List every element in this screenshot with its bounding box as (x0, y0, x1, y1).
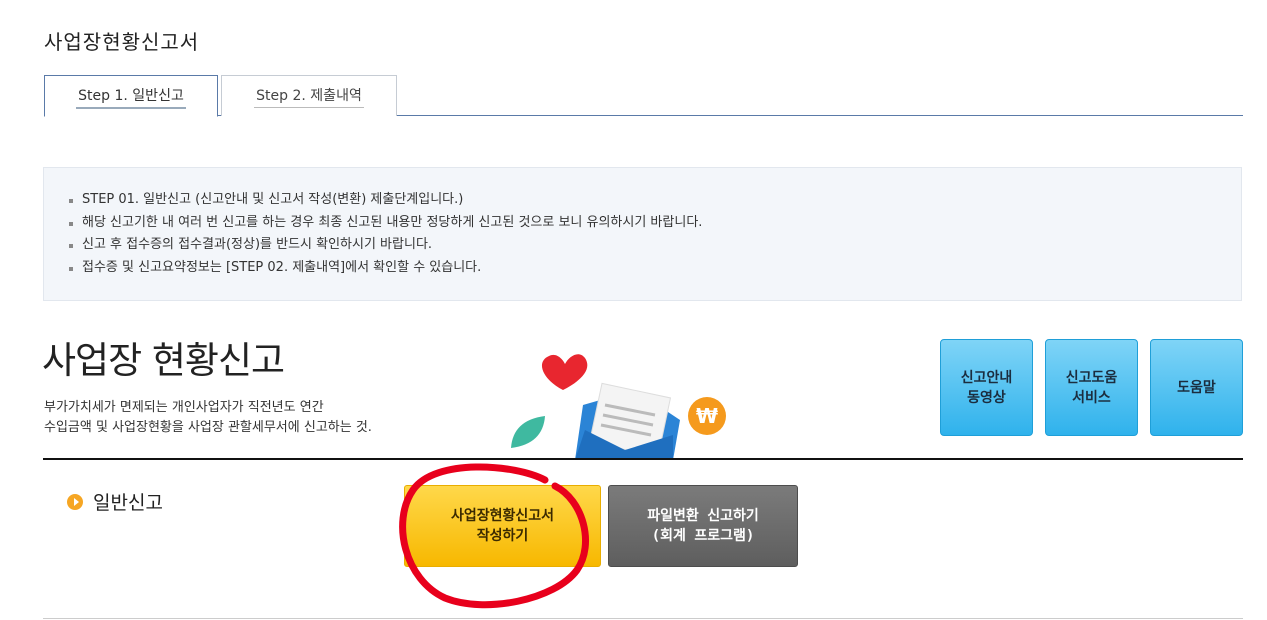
hero-desc-line2: 수입금액 및 사업장현황을 사업장 관할세무서에 신고하는 것. (44, 420, 372, 435)
notice-item: STEP 01. 일반신고 (신고안내 및 신고서 작성(변환) 제출단계입니다… (66, 189, 1241, 212)
envelope-icon (575, 382, 680, 460)
help-button[interactable]: 도움말 (1150, 339, 1243, 436)
section-general-filing: 일반신고 (67, 488, 163, 515)
notice-box: STEP 01. 일반신고 (신고안내 및 신고서 작성(변환) 제출단계입니다… (43, 167, 1242, 301)
file-convert-filing-button[interactable]: 파일변환 신고하기 (회계 프로그램) (608, 485, 798, 567)
won-coin-icon: ₩ (688, 397, 726, 435)
write-report-button[interactable]: 사업장현황신고서 작성하기 (404, 485, 601, 567)
notice-item: 해당 신고기한 내 여러 번 신고를 하는 경우 최종 신고된 내용만 정당하게… (66, 212, 1241, 235)
hero-title: 사업장 현황신고 (42, 339, 285, 382)
page-title: 사업장현황신고서 (44, 30, 200, 54)
section-label: 일반신고 (93, 492, 163, 514)
hero-desc-line1: 부가가치세가 면제되는 개인사업자가 직전년도 연간 (44, 400, 324, 415)
svg-text:₩: ₩ (696, 404, 718, 428)
tab-step1-label: Step 1. 일반신고 (76, 85, 186, 109)
guide-video-button[interactable]: 신고안내 동영상 (940, 339, 1033, 436)
bottom-border (43, 618, 1243, 619)
hero-description: 부가가치세가 면제되는 개인사업자가 직전년도 연간 수입금액 및 사업장현황을… (44, 398, 372, 438)
report-illustration: ₩ (511, 354, 726, 460)
tab-step1[interactable]: Step 1. 일반신고 (44, 75, 218, 117)
filing-help-service-button[interactable]: 신고도움 서비스 (1045, 339, 1138, 436)
section-divider (43, 458, 1243, 460)
notice-list: STEP 01. 일반신고 (신고안내 및 신고서 작성(변환) 제출단계입니다… (44, 168, 1241, 279)
notice-item: 접수증 및 신고요약정보는 [STEP 02. 제출내역]에서 확인할 수 있습… (66, 257, 1241, 280)
notice-item: 신고 후 접수증의 접수결과(정상)를 반드시 확인하시기 바랍니다. (66, 234, 1241, 257)
tab-step2[interactable]: Step 2. 제출내역 (221, 75, 397, 116)
tab-step2-label: Step 2. 제출내역 (254, 85, 364, 108)
arrow-bullet-icon (67, 493, 83, 510)
heart-icon (541, 354, 588, 390)
leaf-icon (511, 416, 545, 448)
